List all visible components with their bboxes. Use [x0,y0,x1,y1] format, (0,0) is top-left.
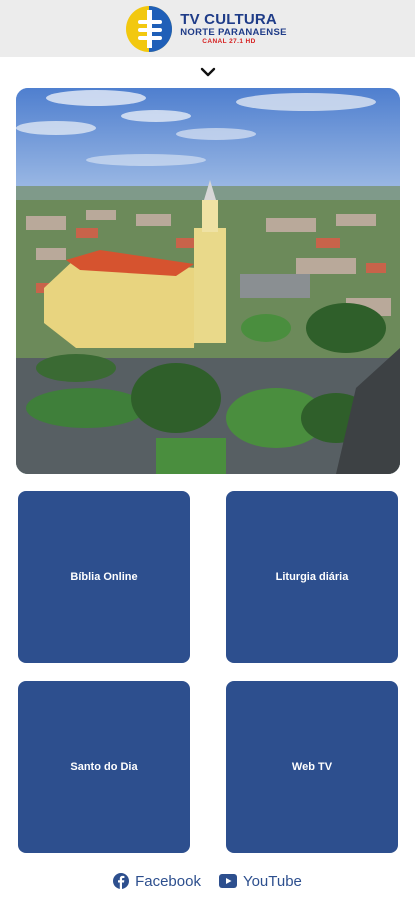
web-tv-label: Web TV [291,761,333,773]
saint-of-the-day-label: Santo do Dia [70,761,138,773]
youtube-label: YouTube [242,872,302,890]
church-aerial-photo [16,88,400,474]
logo-channel: CANAL 27.1 HD [202,38,256,45]
tv-cultura-logo-icon [126,5,173,52]
channel-logo: TV CULTURA NORTE PARANAENSE CANAL 27.1 H… [124,4,287,54]
facebook-link[interactable]: Facebook [113,873,201,890]
youtube-link[interactable]: YouTube [218,872,302,890]
bible-online-label: Bíblia Online [70,571,138,583]
saint-of-the-day-button[interactable]: Santo do Dia [18,681,190,853]
social-links: Facebook YouTube [0,868,415,894]
logo-title: TV CULTURA [180,10,277,28]
chevron-down-icon[interactable] [197,64,219,80]
facebook-icon [113,873,130,889]
logo-subtitle: NORTE PARANAENSE [180,26,287,38]
logo-text: TV CULTURA NORTE PARANAENSE CANAL 27.1 H… [180,12,287,46]
facebook-label: Facebook [135,872,201,890]
daily-liturgy-button[interactable]: Liturgia diária [226,491,398,663]
bible-online-button[interactable]: Bíblia Online [18,491,190,663]
web-tv-button[interactable]: Web TV [226,681,398,853]
youtube-icon [218,874,237,888]
app-header: TV CULTURA NORTE PARANAENSE CANAL 27.1 H… [0,0,415,57]
daily-liturgy-label: Liturgia diária [275,571,349,583]
